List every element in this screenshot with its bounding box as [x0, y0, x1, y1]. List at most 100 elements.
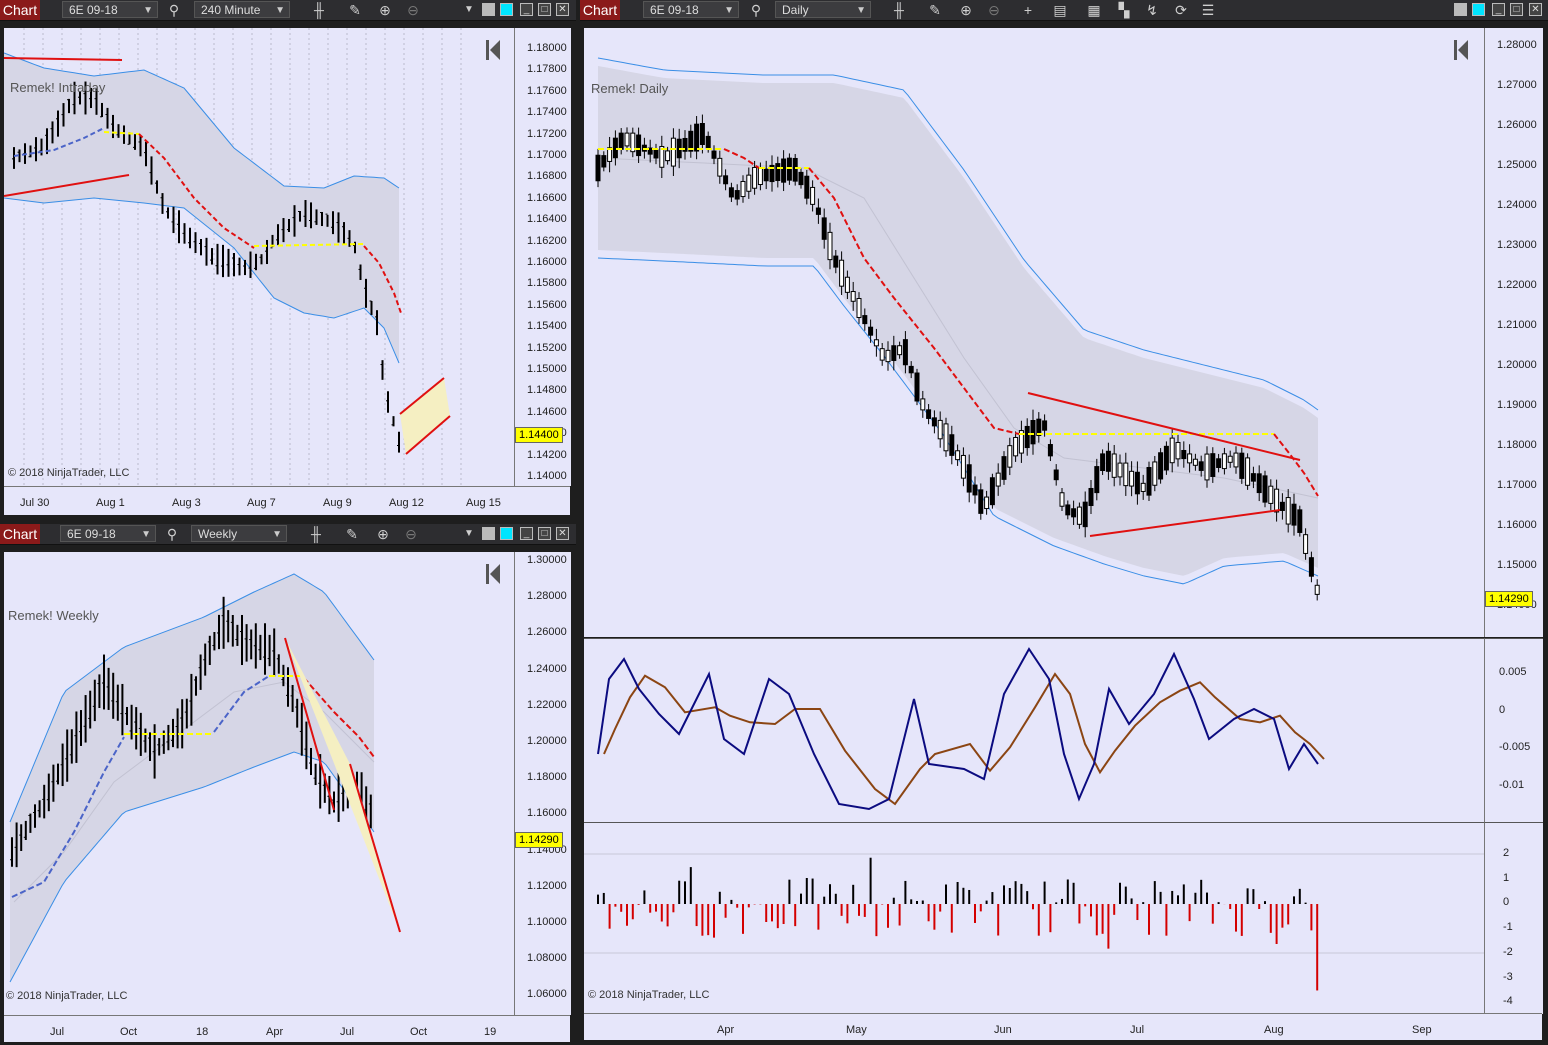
candle-body: [1013, 436, 1019, 457]
window-color-box-cyan[interactable]: [500, 3, 513, 16]
window-color-box-grey[interactable]: [1454, 3, 1467, 16]
oscillator-panel[interactable]: [584, 638, 1484, 822]
oscillator-line: [597, 647, 1319, 811]
grid-icon[interactable]: ▦: [1085, 1, 1103, 19]
pencil-icon[interactable]: ✎: [343, 525, 361, 543]
histogram-panel[interactable]: © 2018 NinjaTrader, LLC: [584, 822, 1484, 1014]
candle-body: [1117, 462, 1123, 478]
candle-body: [810, 186, 816, 205]
maximize-button[interactable]: □: [1510, 3, 1523, 16]
axis-tick-label: -0.01: [1499, 779, 1525, 791]
minimize-button[interactable]: _: [520, 3, 533, 16]
zoom-out-icon[interactable]: ⊖: [402, 525, 420, 543]
candle-body: [1175, 441, 1181, 460]
chart-label[interactable]: Chart: [580, 0, 620, 20]
data-box-icon[interactable]: ▤: [1051, 1, 1069, 19]
search-icon[interactable]: ⚲: [163, 525, 181, 543]
candle-body: [705, 135, 711, 149]
histogram-axis[interactable]: 2 1 0 -1 -2 -3 -4: [1484, 822, 1543, 1014]
intraday-time-axis[interactable]: Jul 30 Aug 1 Aug 3 Aug 7 Aug 9 Aug 12 Aug 15: [4, 486, 570, 515]
zoom-out-icon[interactable]: ⊖: [985, 1, 1003, 19]
close-button[interactable]: ✕: [556, 527, 569, 540]
maximize-button[interactable]: □: [538, 527, 551, 540]
minimize-button[interactable]: _: [520, 527, 533, 540]
candle-body: [833, 255, 839, 268]
histogram-bar: [1066, 879, 1069, 904]
scroll-to-end-icon[interactable]: [486, 40, 502, 62]
reload-icon[interactable]: ⟳: [1172, 1, 1190, 19]
minimize-button[interactable]: _: [1492, 3, 1505, 16]
candle-body: [728, 187, 734, 198]
candle-body: [926, 409, 932, 419]
daily-price-panel[interactable]: Remek! Daily: [584, 28, 1484, 637]
pencil-icon[interactable]: ✎: [346, 1, 364, 19]
window-color-box-grey[interactable]: [482, 527, 495, 540]
scroll-to-end-icon[interactable]: [1454, 40, 1470, 62]
close-button[interactable]: ✕: [556, 3, 569, 16]
instrument-selector[interactable]: 6E 09-18 ▼: [643, 1, 739, 18]
instrument-selector[interactable]: 6E 09-18 ▼: [62, 1, 158, 18]
intraday-price-axis[interactable]: 1.18000 1.17800 1.17600 1.17400 1.17200 1.170…: [514, 28, 571, 486]
search-icon[interactable]: ⚲: [165, 1, 183, 19]
signal-line: [603, 672, 1325, 806]
chevron-down-icon: ▼: [856, 5, 866, 16]
daily-toolbar: Chart 6E 09-18 ▼ ⚲ Daily ▼ ╫ ✎ ⊕ ⊖ + ▤ ▦ ▚…: [580, 0, 1548, 21]
bar-type-icon[interactable]: ╫: [310, 1, 328, 19]
instrument-selector[interactable]: 6E 09-18 ▼: [60, 525, 156, 542]
axis-tick-label: 2: [1503, 847, 1510, 859]
interval-selector[interactable]: Daily ▼: [775, 1, 871, 18]
histogram-bar: [736, 904, 739, 908]
window-color-box-grey[interactable]: [482, 3, 495, 16]
zoom-out-icon[interactable]: ⊖: [404, 1, 422, 19]
zoom-in-icon[interactable]: ⊕: [957, 1, 975, 19]
axis-tick-label: 1.16000: [527, 807, 567, 820]
axis-tick-label: 1.15000: [527, 363, 567, 375]
histogram-bar: [956, 881, 959, 904]
search-icon[interactable]: ⚲: [747, 1, 765, 19]
candle-body: [943, 423, 949, 452]
window-color-box-cyan[interactable]: [500, 527, 513, 540]
maximize-button[interactable]: □: [538, 3, 551, 16]
properties-icon[interactable]: ☰: [1199, 1, 1217, 19]
weekly-price-panel[interactable]: Remek! Weekly © 2018 NinjaTrader, LLC: [4, 552, 514, 1015]
axis-tick-label: 1.23000: [1497, 239, 1537, 251]
axis-tick-label: 1.19000: [1497, 399, 1537, 411]
interval-selector[interactable]: 240 Minute ▼: [194, 1, 290, 18]
weekly-price-axis[interactable]: 1.30000 1.28000 1.26000 1.24000 1.22000 1.200…: [514, 552, 571, 1015]
histogram-bar: [921, 900, 924, 904]
chart-label[interactable]: Chart: [0, 0, 40, 20]
bar-type-icon[interactable]: ╫: [890, 1, 908, 19]
daily-time-axis[interactable]: Apr May Jun Jul Aug Sep: [584, 1013, 1542, 1040]
close-button[interactable]: ✕: [1529, 3, 1542, 16]
candle-body: [757, 167, 763, 186]
histogram-bar: [747, 904, 750, 908]
axis-tick-label: 1.20000: [527, 735, 567, 747]
oscillator-axis[interactable]: 0.005 0 -0.005 -0.01: [1484, 638, 1543, 822]
candle-body: [618, 132, 624, 150]
templates-icon[interactable]: ▚: [1115, 1, 1133, 19]
histogram-bar: [1124, 886, 1127, 904]
interval-selector[interactable]: Weekly ▼: [191, 525, 287, 542]
menu-dropdown-icon[interactable]: ▼: [460, 525, 478, 543]
chart-label[interactable]: Chart: [0, 524, 40, 544]
zoom-in-icon[interactable]: ⊕: [374, 525, 392, 543]
weekly-time-axis[interactable]: Jul Oct 18 Apr Jul Oct 19: [4, 1015, 570, 1042]
histogram-bar: [742, 904, 744, 934]
crosshair-icon[interactable]: +: [1019, 1, 1037, 19]
histogram-bar: [666, 904, 669, 927]
scroll-to-end-icon[interactable]: [486, 564, 502, 586]
candle-body: [1187, 453, 1193, 464]
window-color-box-cyan[interactable]: [1472, 3, 1485, 16]
histogram-bar: [1113, 904, 1116, 915]
zoom-in-icon[interactable]: ⊕: [376, 1, 394, 19]
pencil-icon[interactable]: ✎: [926, 1, 944, 19]
intraday-price-panel[interactable]: Remek! Intraday © 2018 NinjaTrader, LLC: [4, 28, 514, 486]
axis-tick-label: 0.005: [1499, 666, 1527, 678]
daily-price-axis[interactable]: 1.28000 1.27000 1.26000 1.25000 1.24000 1.230…: [1484, 28, 1543, 637]
candle-body: [1227, 455, 1233, 463]
histogram-bar: [771, 904, 773, 922]
candle-body: [775, 163, 781, 182]
bar-type-icon[interactable]: ╫: [307, 525, 325, 543]
strategies-icon[interactable]: ↯: [1143, 1, 1161, 19]
menu-dropdown-icon[interactable]: ▼: [460, 1, 478, 19]
